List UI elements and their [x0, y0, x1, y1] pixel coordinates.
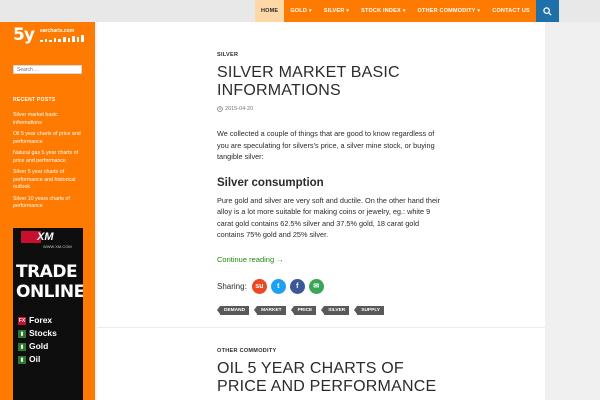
chevron-down-icon: ▾ [477, 8, 481, 14]
ad-asset-item: ▮ Oil [18, 353, 57, 366]
stocks-icon: ▮ [18, 329, 26, 338]
nav-item-label: Home [261, 8, 279, 14]
post-tags: Demand Market Price Silver Supply [216, 305, 442, 315]
post-date-text: 2015-04-20 [225, 106, 254, 112]
logo-text: 5y [13, 25, 35, 45]
nav-item-stock-index[interactable]: Stock Index ▾ [355, 0, 411, 22]
post-category-link[interactable]: Other Commodity [217, 348, 442, 354]
email-share-button[interactable]: ✉ [308, 278, 324, 294]
post-silver-market: Silver Silver Market Basic Informations … [216, 52, 442, 315]
ad-asset-label: Gold [29, 341, 49, 351]
post-subheading: Silver consumption [217, 176, 324, 189]
post-date[interactable]: 2015-04-20 [217, 106, 442, 112]
nav-item-contact-us[interactable]: Contact Us [486, 0, 536, 22]
recent-post-link[interactable]: Silver 10 years charts of performance [13, 196, 85, 211]
tag-market[interactable]: Market [254, 305, 286, 315]
tag-supply[interactable]: Supply [354, 305, 385, 315]
primary-navigation: Home Gold ▾ Silver ▾ Stock Index ▾ Other Commod… [255, 0, 559, 22]
clock-icon [217, 106, 223, 112]
ad-asset-item: FX Forex [18, 314, 57, 327]
ad-asset-item: ▮ Stocks [18, 327, 57, 340]
nav-item-label: Silver [323, 8, 345, 14]
site-logo[interactable]: 5y earcharts.com [13, 25, 84, 45]
email-icon: ✉ [313, 283, 320, 290]
ad-asset-label: Stocks [29, 328, 57, 338]
post-category-link[interactable]: Silver [217, 52, 442, 58]
nav-item-label: Other Commodity [417, 8, 476, 14]
sharing-label: Sharing: [217, 281, 247, 291]
xm-advertisement[interactable]: XM WWW.XM.COM TRADE ONLINE FX Forex ▮ Stock… [13, 228, 83, 400]
post-oil-charts: Other Commodity Oil 5 Year Charts of Pri… [217, 348, 442, 400]
ad-asset-label: Oil [29, 354, 41, 364]
nav-item-gold[interactable]: Gold ▾ [284, 0, 317, 22]
recent-post-link[interactable]: Silver 5 year charts of performance and … [13, 169, 85, 192]
twitter-share-button[interactable]: t [270, 278, 286, 294]
sidebar-search-input[interactable] [13, 65, 82, 74]
stumbleupon-icon: su [255, 282, 264, 290]
nav-item-silver[interactable]: Silver ▾ [318, 0, 355, 22]
post-intro: We collected a couple of things that are… [217, 129, 435, 161]
search-icon [543, 6, 552, 16]
ad-headline-line2: ONLINE [16, 282, 83, 302]
nav-menu: Home Gold ▾ Silver ▾ Stock Index ▾ Other Commod… [255, 0, 536, 22]
sharing-bar: Sharing: su t f ✉ [217, 278, 442, 294]
ad-url: WWW.XM.COM [43, 244, 72, 249]
stumbleupon-share-button[interactable]: su [251, 278, 267, 294]
recent-post-link[interactable]: Silver market basic informations [13, 112, 85, 127]
nav-item-label: Contact Us [492, 8, 530, 14]
chevron-down-icon: ▾ [402, 8, 406, 14]
forex-icon: FX [18, 316, 26, 325]
right-gutter [545, 22, 600, 400]
search-toggle-button[interactable] [535, 0, 559, 22]
logo-bars-icon [40, 35, 84, 42]
chevron-down-icon: ▾ [309, 8, 312, 14]
ad-asset-list: FX Forex ▮ Stocks ▮ Gold ▮ Oil [18, 314, 57, 366]
post-divider [97, 327, 545, 328]
nav-item-label: Stock Index [361, 8, 401, 14]
tag-price[interactable]: Price [290, 305, 317, 315]
twitter-icon: t [277, 282, 280, 290]
chevron-down-icon: ▾ [346, 8, 350, 14]
facebook-share-button[interactable]: f [289, 278, 305, 294]
share-buttons: su t f ✉ [251, 278, 324, 294]
ad-headline-line1: TRADE [16, 262, 78, 282]
sidebar: 5y earcharts.com Recent Posts Silver mar… [0, 0, 95, 400]
continue-reading-link[interactable]: Continue reading → [217, 255, 284, 264]
tag-demand[interactable]: Demand [216, 305, 250, 315]
recent-post-link[interactable]: Natural gas 5 year charts of price and p… [13, 150, 85, 165]
nav-item-other-commodity[interactable]: Other Commodity ▾ [412, 0, 487, 22]
recent-posts-list: Silver market basic informations Oil 5 ye… [13, 112, 85, 215]
post-paragraph: Pure gold and silver are very soft and d… [217, 195, 441, 240]
page: 5y earcharts.com Recent Posts Silver mar… [0, 0, 600, 400]
oil-icon: ▮ [18, 355, 26, 364]
ad-asset-item: ▮ Gold [18, 340, 57, 353]
nav-item-label: Gold [290, 8, 308, 14]
recent-post-link[interactable]: Oil 5 year charts of price and performan… [13, 131, 85, 146]
facebook-icon: f [296, 282, 299, 290]
post-title[interactable]: Oil 5 Year Charts of Price and Performan… [217, 360, 442, 396]
ad-headline: TRADE ONLINE [16, 262, 83, 302]
recent-posts-heading: Recent Posts [13, 97, 56, 103]
tag-silver[interactable]: Silver [321, 305, 350, 315]
logo-subtext: earcharts.com [40, 28, 75, 34]
main-content: Silver Silver Market Basic Informations … [97, 22, 545, 400]
post-title[interactable]: Silver Market Basic Informations [217, 64, 442, 100]
ad-brand: XM [37, 231, 54, 243]
gold-icon: ▮ [18, 342, 26, 351]
nav-item-home[interactable]: Home [255, 0, 285, 22]
ad-asset-label: Forex [29, 315, 53, 325]
